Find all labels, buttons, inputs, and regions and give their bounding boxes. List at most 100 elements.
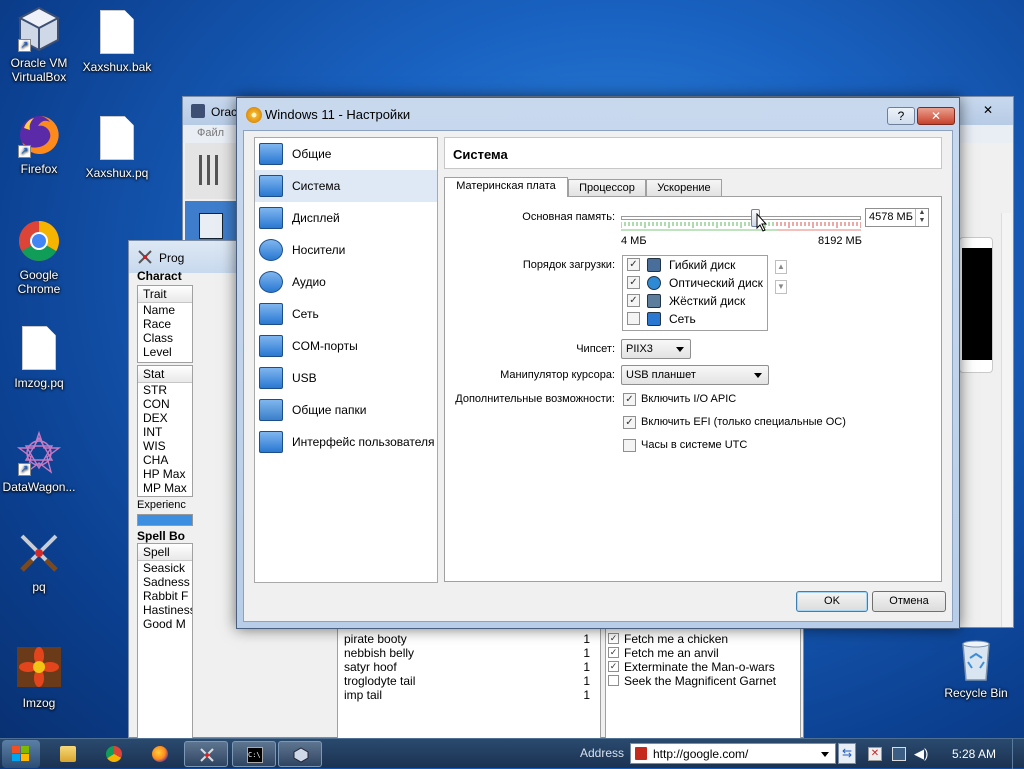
boot-checkbox[interactable]: ✓ [627,258,640,271]
nav-item-2[interactable]: Система [255,170,437,202]
imzog-flower-icon [17,647,61,687]
manager-scrollbar[interactable] [1001,213,1011,627]
inventory-row: nebbish belly 1 [338,646,600,660]
quest-checkbox: ✓ [608,647,619,658]
stat-row: CHA [143,453,169,467]
memory-spin-arrows[interactable]: ▲ ▼ [915,209,928,226]
start-button[interactable] [2,740,40,768]
volume-icon[interactable]: ◀) [914,746,928,762]
tools-item[interactable] [185,143,237,199]
address-input[interactable]: http://google.com/ [653,747,748,761]
feature-checkbox-1[interactable]: ✓ [623,393,636,406]
usb-icon [259,367,283,389]
memory-slider-scale [621,222,861,231]
boot-move-down-button[interactable]: ▼ [775,280,787,294]
quest-row: ✓ Fetch me a chicken [606,632,800,646]
cancel-button[interactable]: Отмена [872,591,946,612]
taskbar-terminal[interactable]: C:\ [232,741,276,767]
storage-icon [259,239,283,261]
close-button[interactable]: ✕ [917,107,955,125]
taskbar-chrome[interactable] [92,741,136,767]
boot-checkbox[interactable]: ✓ [627,276,640,289]
feature-checkbox-3[interactable] [623,439,636,452]
address-label: Address [580,746,625,760]
memory-slider-track[interactable] [621,216,861,220]
feature-label-2: Включить EFI (только специальные ОС) [641,416,846,428]
desktop-icon-imzog-pq[interactable]: Imzog.pq [0,326,78,390]
desktop-icon-firefox[interactable]: ↗ Firefox [0,112,78,176]
menu-file[interactable]: Файл [197,127,224,139]
network-icon [259,303,283,325]
virtualbox-icon [293,747,309,763]
pointing-device-select[interactable]: USB планшет [621,365,769,385]
memory-max-label: 8192 МБ [818,235,862,247]
display-icon [259,207,283,229]
nav-item-9[interactable]: Общие папки [255,394,437,426]
nav-item-7[interactable]: COM-порты [255,330,437,362]
inventory-row: satyr hoof 1 [338,660,600,674]
chipset-value: PIIX3 [626,343,653,355]
desktop-icon-chrome[interactable]: Google Chrome [0,218,78,296]
desktop-icon-datawagon[interactable]: ↗ DataWagon... [0,430,78,494]
nav-item-label: Общие папки [292,403,367,417]
nav-item-8[interactable]: USB [255,362,437,394]
desktop-icon-xaxshux-pq[interactable]: Xaxshux.pq [78,116,156,180]
boot-item-2[interactable]: ✓ Оптический диск [623,274,767,292]
network-icon [647,312,661,326]
floppy-icon [647,258,661,272]
nav-item-5[interactable]: Аудио [255,266,437,298]
memory-spinbox[interactable]: 4578 МБ ▲ ▼ [865,208,929,227]
nav-item-4[interactable]: Носители [255,234,437,266]
boot-item-3[interactable]: ✓ Жёсткий диск [623,292,767,310]
taskbar-virtualbox[interactable] [278,741,322,767]
inventory-row: troglodyte tail 1 [338,674,600,688]
desktop-icon-imzog[interactable]: Imzog [0,646,78,710]
spell-row: Seasick [143,561,186,575]
inventory-item-qty: 1 [583,632,590,646]
manager-close-button[interactable]: ✕ [973,103,1003,120]
taskbar-explorer[interactable] [46,741,90,767]
action-center-icon[interactable]: ✕ [868,747,882,761]
tab-processor[interactable]: Процессор [568,179,646,197]
user-interface-icon [259,431,283,453]
chevron-down-icon[interactable] [821,752,829,757]
boot-item-4[interactable]: Сеть [623,310,767,328]
boot-checkbox[interactable]: ✓ [627,294,640,307]
tab-acceleration[interactable]: Ускорение [646,179,722,197]
inventory-item-qty: 1 [583,674,590,688]
spell-row: Sadness [143,575,190,589]
nav-item-1[interactable]: Общие [255,138,437,170]
show-desktop-button[interactable] [1012,739,1024,769]
folder-icon [60,746,76,762]
chipset-select[interactable]: PIIX3 [621,339,691,359]
quest-label: Exterminate the Man-o-wars [624,660,775,674]
feature-checkbox-2[interactable]: ✓ [623,416,636,429]
nav-item-6[interactable]: Сеть [255,298,437,330]
clock[interactable]: 5:28 AM [952,747,996,761]
boot-move-up-button[interactable]: ▲ [775,260,787,274]
desktop-icon-xaxshux-bak[interactable]: Xaxshux.bak [78,10,156,74]
ok-button[interactable]: OK [796,591,868,612]
nav-item-label: Сеть [292,307,319,321]
boot-item-1[interactable]: ✓ Гибкий диск [623,256,767,274]
desktop-icon-recycle-bin[interactable]: Recycle Bin [936,636,1016,700]
firefox-icon [152,746,168,762]
desktop-icon-pq[interactable]: pq [0,530,78,594]
nav-item-10[interactable]: Интерфейс пользователя [255,426,437,458]
go-button[interactable]: ⇆ [838,743,856,764]
network-icon[interactable] [892,747,906,761]
nav-item-3[interactable]: Дисплей [255,202,437,234]
address-bar[interactable]: http://google.com/ [630,743,836,764]
taskbar-progress-quest[interactable] [184,741,228,767]
desktop-icon-virtualbox[interactable]: ↗ Oracle VM VirtualBox [0,6,78,84]
feature-label-3: Часы в системе UTC [641,439,748,451]
help-button[interactable]: ? [887,107,915,125]
boot-checkbox[interactable] [627,312,640,325]
document-icon [100,10,134,54]
spells-list: Spell Seasick Sadness Rabbit F Hastiness Goo… [137,543,193,739]
preview-frame [959,237,993,373]
tab-motherboard[interactable]: Материнская плата [444,177,568,197]
extended-features-label: Дополнительные возможности: [455,393,615,405]
general-icon [259,143,283,165]
taskbar-firefox[interactable] [138,741,182,767]
